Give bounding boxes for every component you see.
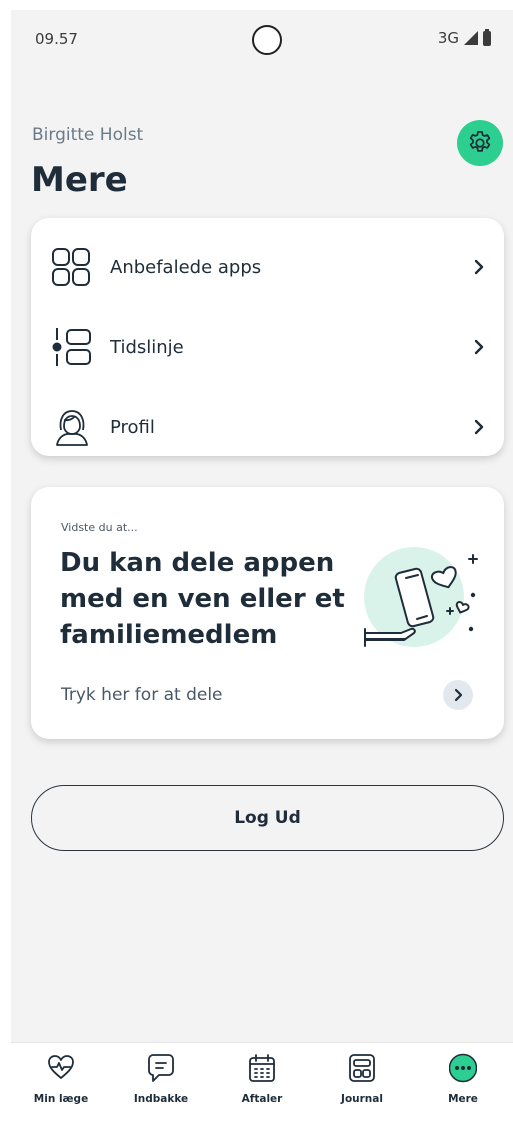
chevron-right-icon bbox=[454, 688, 463, 702]
menu-item-label: Tidslinje bbox=[110, 336, 184, 358]
chevron-right-icon bbox=[474, 339, 484, 355]
user-name: Birgitte Holst bbox=[32, 125, 144, 145]
status-indicators: 3G bbox=[437, 28, 491, 47]
share-arrow-button[interactable] bbox=[443, 680, 473, 710]
app-screen: 09.57 3G Birgitte Holst Mere Anbefalede … bbox=[11, 10, 513, 1124]
settings-button[interactable] bbox=[457, 120, 503, 166]
tab-label: Indbakke bbox=[133, 1093, 189, 1105]
tab-label: Journal bbox=[341, 1093, 383, 1105]
menu-item-profile[interactable]: Profil bbox=[31, 388, 504, 466]
apps-grid-icon bbox=[52, 248, 90, 286]
tab-aftaler[interactable]: Aftaler bbox=[212, 1043, 312, 1124]
tab-label: Min læge bbox=[33, 1093, 89, 1105]
tab-journal[interactable]: Journal bbox=[312, 1043, 412, 1124]
share-link[interactable]: Tryk her for at dele bbox=[61, 685, 223, 705]
chevron-right-icon bbox=[474, 259, 484, 275]
promo-eyebrow: Vidste du at... bbox=[61, 521, 138, 534]
menu-item-label: Profil bbox=[110, 416, 155, 438]
calendar-icon bbox=[249, 1054, 275, 1082]
gear-icon bbox=[469, 131, 491, 152]
journal-icon bbox=[349, 1054, 375, 1082]
share-phone-illustration bbox=[364, 547, 478, 647]
page-title: Mere bbox=[31, 160, 128, 200]
message-icon bbox=[148, 1054, 174, 1082]
menu-item-recommended-apps[interactable]: Anbefalede apps bbox=[31, 228, 504, 306]
timeline-icon bbox=[52, 328, 91, 366]
more-dots-icon bbox=[449, 1053, 477, 1083]
camera-cutout bbox=[252, 25, 282, 55]
battery-icon bbox=[483, 28, 491, 46]
menu-item-timeline[interactable]: Tidslinje bbox=[31, 308, 504, 386]
bottom-tab-bar: Min læge Indbakke Aftaler Journal Mere bbox=[11, 1042, 513, 1124]
person-icon bbox=[56, 410, 88, 446]
tab-indbakke[interactable]: Indbakke bbox=[111, 1043, 211, 1124]
tab-label: Mere bbox=[448, 1093, 478, 1105]
tab-mere[interactable]: Mere bbox=[413, 1043, 513, 1124]
signal-icon bbox=[464, 31, 478, 45]
tab-label: Aftaler bbox=[241, 1093, 283, 1105]
network-type: 3G bbox=[437, 29, 459, 47]
menu-card: Anbefalede apps Tidslinje Profil bbox=[31, 218, 504, 456]
promo-heading: Du kan dele appen med en ven eller et fa… bbox=[60, 548, 345, 650]
tab-min-laege[interactable]: Min læge bbox=[11, 1043, 111, 1124]
status-time: 09.57 bbox=[35, 30, 78, 48]
logout-button[interactable]: Log Ud bbox=[31, 785, 504, 851]
chevron-right-icon bbox=[474, 419, 484, 435]
menu-item-label: Anbefalede apps bbox=[110, 256, 262, 278]
status-bar: 09.57 3G bbox=[11, 10, 513, 66]
heart-pulse-icon bbox=[48, 1055, 74, 1079]
share-promo-card[interactable]: Vidste du at... Du kan dele appen med en… bbox=[31, 487, 504, 739]
